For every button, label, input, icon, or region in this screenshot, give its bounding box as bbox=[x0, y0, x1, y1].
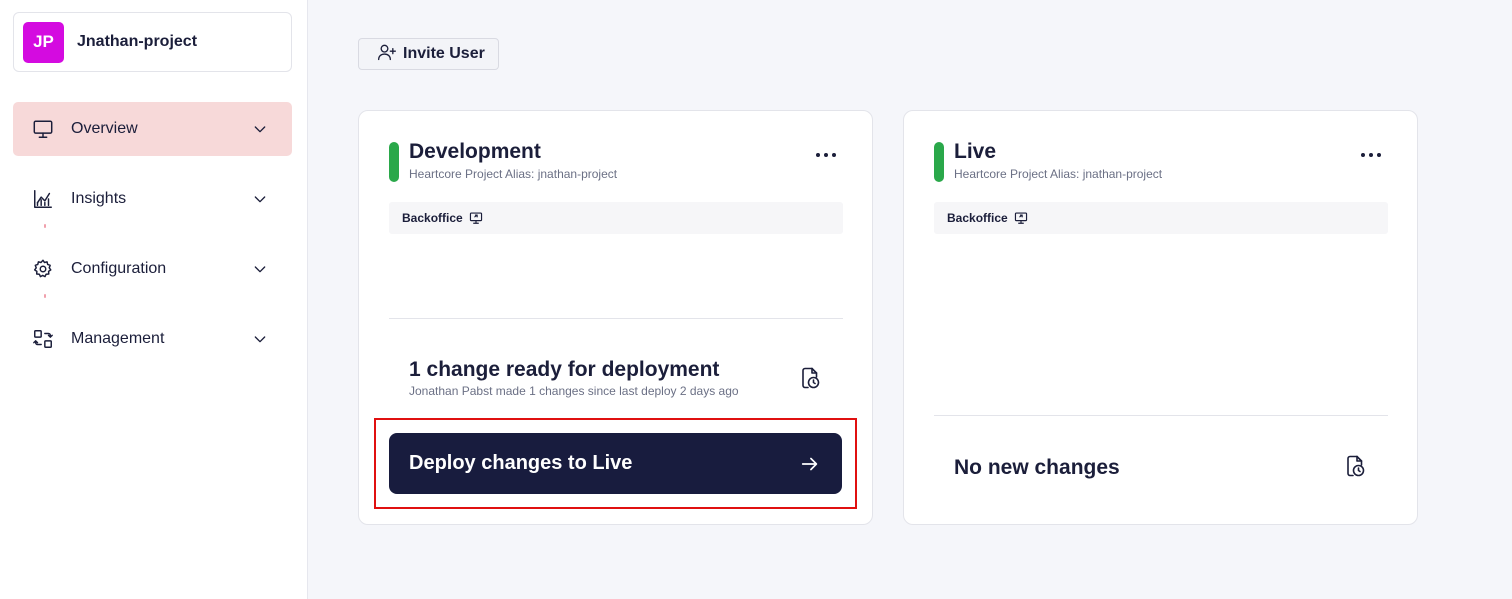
sidebar-item-insights[interactable]: Insights bbox=[13, 172, 292, 226]
chevron-down-icon[interactable] bbox=[250, 329, 270, 349]
sidebar-item-overview[interactable]: Overview bbox=[13, 102, 292, 156]
monitor-icon bbox=[32, 118, 54, 140]
sidebar: JP Jnathan-project Overview Insights Con… bbox=[0, 0, 308, 599]
management-icon bbox=[32, 328, 54, 350]
project-name: Jnathan-project bbox=[77, 33, 198, 50]
gear-icon bbox=[32, 258, 54, 280]
arrow-right-icon bbox=[799, 453, 821, 475]
environment-card-live: Live Heartcore Project Alias: jnathan-pr… bbox=[903, 110, 1418, 525]
change-summary-detail: Jonathan Pabst made 1 changes since last… bbox=[409, 384, 739, 398]
invite-user-button[interactable]: Invite User bbox=[358, 38, 499, 70]
project-avatar: JP bbox=[23, 21, 64, 63]
document-history-icon[interactable] bbox=[1343, 454, 1367, 478]
external-monitor-icon bbox=[1014, 211, 1028, 225]
chevron-down-icon[interactable] bbox=[250, 259, 270, 279]
chart-icon bbox=[32, 188, 54, 210]
document-history-icon[interactable] bbox=[798, 366, 822, 390]
deploy-to-live-button[interactable]: Deploy changes to Live bbox=[389, 433, 842, 494]
divider bbox=[934, 415, 1388, 416]
divider-mark bbox=[44, 294, 46, 298]
project-selector[interactable]: JP Jnathan-project bbox=[13, 12, 292, 72]
environment-title: Development bbox=[409, 140, 541, 163]
sidebar-item-label: Overview bbox=[71, 120, 138, 137]
environment-alias: Heartcore Project Alias: jnathan-project bbox=[954, 167, 1163, 181]
deploy-label: Deploy changes to Live bbox=[409, 452, 633, 474]
divider-mark bbox=[44, 224, 46, 228]
more-options-icon[interactable] bbox=[816, 153, 836, 159]
environment-alias: Heartcore Project Alias: jnathan-project bbox=[409, 167, 618, 181]
environment-title: Live bbox=[954, 140, 997, 163]
user-plus-icon bbox=[377, 42, 397, 67]
external-monitor-icon bbox=[469, 211, 483, 225]
sidebar-item-configuration[interactable]: Configuration bbox=[13, 242, 292, 296]
chevron-down-icon[interactable] bbox=[250, 189, 270, 209]
change-summary-title: 1 change ready for deployment bbox=[409, 358, 720, 381]
backoffice-label: Backoffice bbox=[947, 211, 1008, 225]
backoffice-link[interactable]: Backoffice bbox=[934, 202, 1388, 234]
invite-user-label: Invite User bbox=[403, 45, 485, 62]
status-indicator bbox=[389, 142, 399, 182]
divider bbox=[389, 318, 843, 319]
status-indicator bbox=[934, 142, 944, 182]
sidebar-item-label: Insights bbox=[71, 190, 127, 207]
sidebar-item-management[interactable]: Management bbox=[13, 312, 292, 366]
no-changes-label: No new changes bbox=[954, 456, 1120, 479]
backoffice-label: Backoffice bbox=[402, 211, 463, 225]
more-options-icon[interactable] bbox=[1361, 153, 1381, 159]
sidebar-item-label: Configuration bbox=[71, 260, 167, 277]
sidebar-item-label: Management bbox=[71, 330, 165, 347]
chevron-down-icon[interactable] bbox=[250, 119, 270, 139]
backoffice-link[interactable]: Backoffice bbox=[389, 202, 843, 234]
